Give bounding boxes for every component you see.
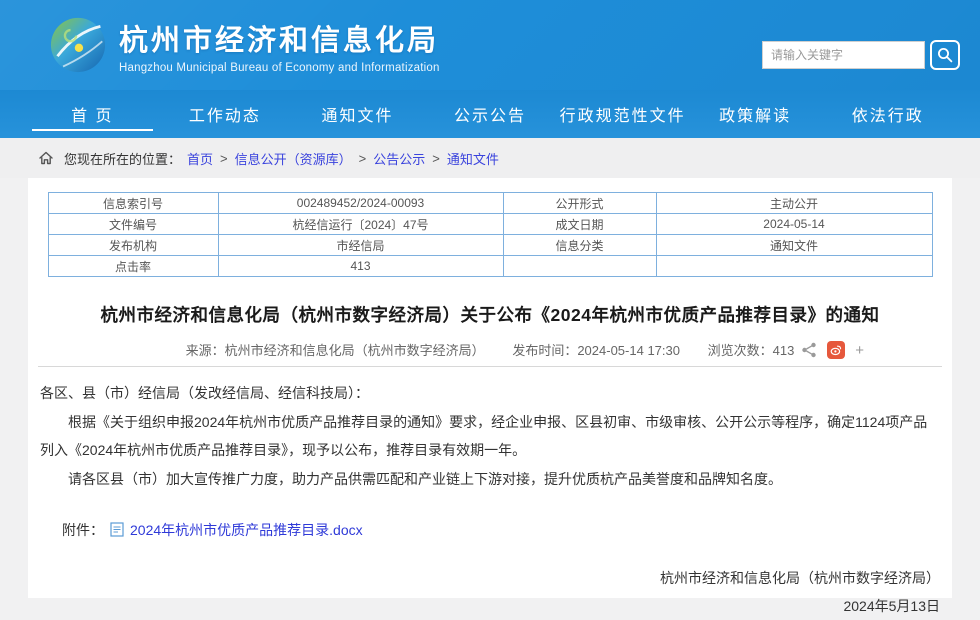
meta-label-info-category: 信息分类 [503, 235, 656, 256]
nav-item-work-news[interactable]: 工作动态 [159, 90, 292, 138]
meta-value-disclosure-form: 主动公开 [656, 193, 932, 214]
search-button[interactable] [930, 40, 960, 70]
document-meta-table: 信息索引号 002489452/2024-00093 公开形式 主动公开 文件编… [48, 192, 933, 277]
breadcrumb-separator: > [359, 151, 367, 166]
site-subtitle: Hangzhou Municipal Bureau of Economy and… [119, 62, 440, 74]
table-row: 发布机构 市经信局 信息分类 通知文件 [48, 235, 932, 256]
breadcrumb-link-home[interactable]: 首页 [187, 149, 213, 168]
article-title: 杭州市经济和信息化局（杭州市数字经济局）关于公布《2024年杭州市优质产品推荐目… [46, 302, 934, 327]
table-row: 信息索引号 002489452/2024-00093 公开形式 主动公开 [48, 193, 932, 214]
meta-label-issuing-agency: 发布机构 [48, 235, 218, 256]
doc-file-icon [110, 522, 124, 537]
meta-value-issue-date: 2024-05-14 [656, 214, 932, 235]
nav-item-regulatory-docs[interactable]: 行政规范性文件 [556, 90, 689, 138]
table-row: 点击率 413 [48, 256, 932, 277]
attachment-label: 附件： [62, 520, 104, 540]
search-input[interactable] [762, 41, 925, 69]
nav-item-notices[interactable]: 通知文件 [291, 90, 424, 138]
share-icon[interactable] [801, 342, 817, 358]
breadcrumb-link-info-disclosure[interactable]: 信息公开（资源库） [235, 149, 352, 168]
breadcrumb-separator: > [220, 151, 228, 166]
nav-item-law-administration[interactable]: 依法行政 [821, 90, 954, 138]
article-paragraph: 各区、县（市）经信局（发改经信局、经信科技局）： [40, 379, 940, 408]
breadcrumb-separator: > [432, 151, 440, 166]
search-icon [937, 47, 953, 63]
signature-block: 杭州市经济和信息化局（杭州市数字经济局） 2024年5月13日 [28, 564, 952, 620]
meta-label-index-number: 信息索引号 [48, 193, 218, 214]
meta-label-click-count: 点击率 [48, 256, 218, 277]
breadcrumb-link-notices[interactable]: 通知文件 [447, 149, 499, 168]
search-area [762, 40, 960, 70]
meta-empty-cell [503, 256, 656, 277]
signature-date: 2024年5月13日 [28, 592, 940, 620]
article-body: 各区、县（市）经信局（发改经信局、经信科技局）： 根据《关于组织申报2024年杭… [28, 367, 952, 494]
site-title: 杭州市经济和信息化局 [119, 17, 440, 59]
meta-label-document-number: 文件编号 [48, 214, 218, 235]
nav-item-announcements[interactable]: 公示公告 [424, 90, 557, 138]
article-source: 来源：杭州市经济和信息化局（杭州市数字经济局） [186, 343, 485, 358]
meta-label-disclosure-form: 公开形式 [503, 193, 656, 214]
site-brand[interactable]: 杭州市经济和信息化局 Hangzhou Municipal Bureau of … [50, 17, 440, 74]
article-view-count: 浏览次数：413 [708, 343, 795, 358]
attachment-row: 附件： 2024年杭州市优质产品推荐目录.docx [62, 520, 952, 540]
meta-value-issuing-agency: 市经信局 [218, 235, 503, 256]
weibo-share-icon[interactable] [827, 341, 845, 359]
content-container: 信息索引号 002489452/2024-00093 公开形式 主动公开 文件编… [28, 178, 952, 598]
article-meta-line: 来源：杭州市经济和信息化局（杭州市数字经济局） 发布时间：2024-05-14 … [38, 341, 942, 367]
home-icon[interactable] [38, 150, 54, 166]
meta-value-info-category: 通知文件 [656, 235, 932, 256]
article-paragraph: 请各区县（市）加大宣传推广力度，助力产品供需匹配和产业链上下游对接，提升优质杭产… [40, 465, 940, 494]
article-publish-time: 发布时间：2024-05-14 17:30 [512, 343, 680, 358]
attachment-link[interactable]: 2024年杭州市优质产品推荐目录.docx [130, 520, 363, 540]
meta-value-index-number: 002489452/2024-00093 [218, 193, 503, 214]
breadcrumb-prefix: 您现在所在的位置： [64, 149, 181, 168]
breadcrumb: 您现在所在的位置： 首页 > 信息公开（资源库） > 公告公示 > 通知文件 [0, 138, 980, 178]
site-header: 杭州市经济和信息化局 Hangzhou Municipal Bureau of … [0, 0, 980, 90]
meta-empty-cell [656, 256, 932, 277]
signature-agency: 杭州市经济和信息化局（杭州市数字经济局） [28, 564, 940, 592]
meta-value-document-number: 杭经信运行〔2024〕47号 [218, 214, 503, 235]
nav-item-policy-interpretation[interactable]: 政策解读 [689, 90, 822, 138]
breadcrumb-link-announcements[interactable]: 公告公示 [373, 149, 425, 168]
main-nav: 首 页 工作动态 通知文件 公示公告 行政规范性文件 政策解读 依法行政 [0, 90, 980, 138]
meta-value-click-count: 413 [218, 256, 503, 277]
table-row: 文件编号 杭经信运行〔2024〕47号 成文日期 2024-05-14 [48, 214, 932, 235]
nav-item-home[interactable]: 首 页 [26, 90, 159, 138]
site-logo-icon [50, 17, 106, 73]
meta-label-issue-date: 成文日期 [503, 214, 656, 235]
article-paragraph: 根据《关于组织申报2024年杭州市优质产品推荐目录的通知》要求，经企业申报、区县… [40, 408, 940, 465]
more-share-icon[interactable]: + [855, 343, 864, 358]
